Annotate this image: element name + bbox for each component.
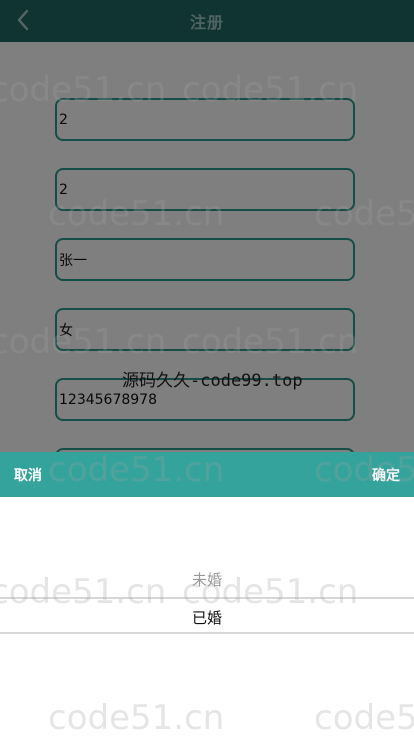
- cancel-button[interactable]: 取消: [14, 452, 42, 497]
- picker-divider-top: [0, 597, 414, 599]
- center-watermark: 源码久久-code99.top: [122, 371, 303, 391]
- picker-divider-bottom: [0, 632, 414, 634]
- picker-toolbar: 取消 确定: [0, 452, 414, 497]
- confirm-button[interactable]: 确定: [372, 452, 400, 497]
- picker-option-married[interactable]: 已婚: [0, 607, 414, 628]
- marital-status-picker[interactable]: 未婚 已婚: [0, 497, 414, 734]
- picker-option-unmarried[interactable]: 未婚: [0, 569, 414, 590]
